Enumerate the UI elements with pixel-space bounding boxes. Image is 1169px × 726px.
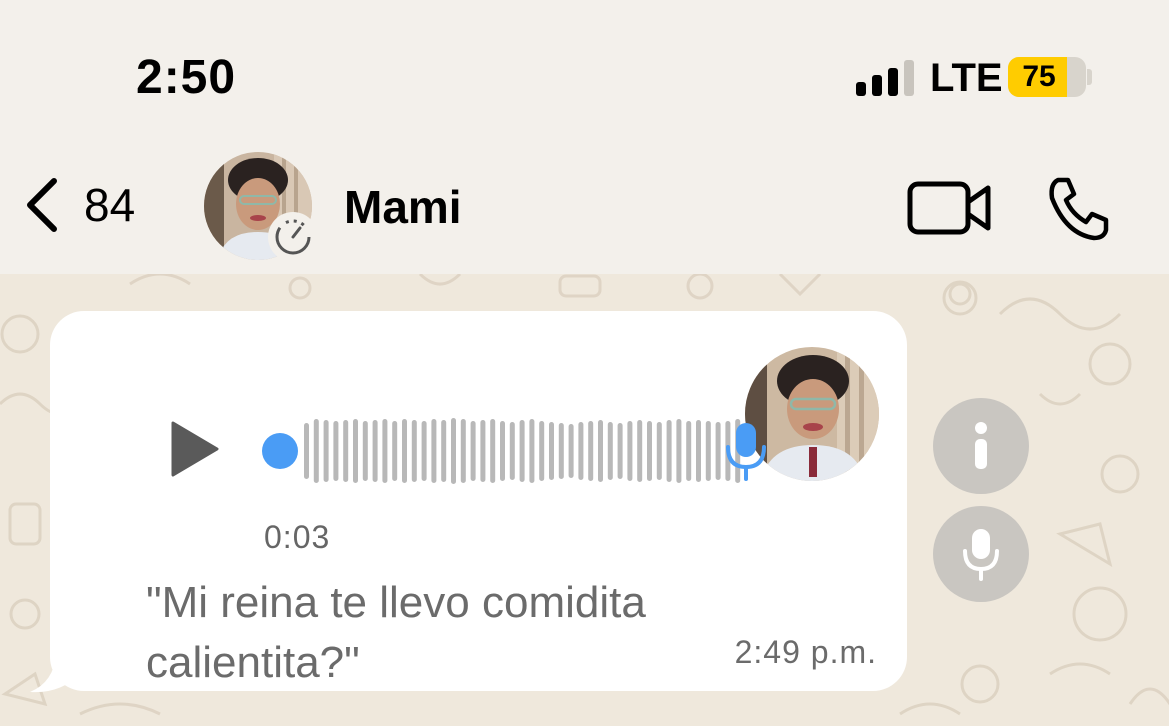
transcribe-button[interactable] bbox=[933, 506, 1029, 602]
waveform-bar bbox=[656, 422, 662, 480]
waveform-bar bbox=[627, 421, 633, 481]
waveform-bar bbox=[382, 419, 388, 483]
phone-icon bbox=[1049, 177, 1109, 241]
waveform-bar bbox=[441, 420, 447, 482]
message-timestamp: 2:49 p.m. bbox=[734, 634, 877, 670]
waveform-bar bbox=[647, 421, 652, 481]
message-info-button[interactable] bbox=[933, 398, 1029, 494]
waveform-bar bbox=[549, 422, 554, 480]
play-icon[interactable] bbox=[170, 421, 220, 477]
waveform-bar bbox=[460, 419, 466, 483]
waveform-bar bbox=[588, 421, 594, 481]
waveform-bar bbox=[519, 420, 525, 482]
waveform-bar bbox=[686, 421, 692, 481]
waveform-bar bbox=[558, 423, 564, 479]
status-time: 2:50 bbox=[136, 51, 237, 104]
waveform-bar bbox=[362, 421, 368, 481]
waveform-bar bbox=[509, 422, 515, 480]
waveform-bar bbox=[480, 420, 486, 482]
waveform-bar bbox=[598, 420, 603, 482]
waveform-bar bbox=[568, 424, 574, 478]
waveform-bar bbox=[372, 420, 378, 482]
microphone-icon bbox=[963, 529, 999, 581]
audio-waveform[interactable] bbox=[262, 411, 742, 491]
waveform-bar bbox=[323, 420, 329, 482]
waveform-bar bbox=[411, 420, 417, 482]
waveform-bar bbox=[617, 423, 623, 479]
waveform-bar bbox=[578, 422, 584, 480]
waveform-bar bbox=[421, 421, 427, 481]
voice-duration: 0:03 bbox=[264, 519, 331, 555]
waveform-bar bbox=[333, 421, 339, 481]
chat-area: 0:03 "Mi reina te llevo comidita calient bbox=[0, 274, 1169, 726]
battery-level: 75 bbox=[1022, 60, 1056, 93]
network-type: LTE bbox=[930, 56, 1003, 100]
waveform-bar bbox=[715, 422, 721, 480]
waveform-bar bbox=[539, 421, 545, 481]
waveform-bar bbox=[431, 419, 437, 483]
back-button[interactable]: 84 bbox=[22, 170, 135, 240]
battery-icon: 75 bbox=[1008, 57, 1086, 97]
video-call-button[interactable] bbox=[906, 178, 994, 238]
waveform-bar bbox=[666, 420, 672, 482]
chat-header: 84 Mami bbox=[0, 140, 1169, 274]
voice-message-bubble[interactable]: 0:03 "Mi reina te llevo comidita calient bbox=[50, 311, 907, 691]
microphone-icon bbox=[726, 423, 766, 481]
waveform-bar bbox=[529, 419, 535, 483]
disappearing-timer-icon bbox=[268, 212, 318, 262]
waveform-bar bbox=[676, 419, 682, 483]
waveform-bar bbox=[392, 421, 398, 481]
waveform-bar bbox=[705, 421, 711, 481]
waveform-bar bbox=[696, 420, 701, 482]
signal-strength-icon bbox=[856, 60, 914, 96]
waveform-bar bbox=[402, 419, 407, 483]
chevron-left-icon bbox=[27, 178, 57, 232]
contact-name[interactable]: Mami bbox=[344, 180, 462, 234]
waveform-bar bbox=[607, 422, 613, 480]
waveform-bar bbox=[451, 418, 456, 484]
waveform-bar bbox=[470, 421, 476, 481]
voice-call-button[interactable] bbox=[1044, 174, 1114, 244]
voice-transcript: "Mi reina te llevo comidita calientita?" bbox=[146, 578, 646, 687]
waveform-bar bbox=[353, 419, 358, 483]
waveform-bar bbox=[304, 423, 309, 479]
waveform-bar bbox=[343, 420, 349, 482]
battery-cap bbox=[1087, 69, 1092, 85]
video-camera-icon bbox=[907, 181, 991, 235]
info-icon bbox=[975, 422, 987, 469]
waveform-bar bbox=[490, 419, 496, 483]
waveform-bar bbox=[637, 420, 643, 482]
unread-count: 84 bbox=[84, 179, 136, 231]
waveform-bar bbox=[313, 419, 319, 483]
playhead-dot[interactable] bbox=[262, 433, 298, 469]
status-bar: 2:50 LTE 75 bbox=[0, 0, 1169, 140]
waveform-bar bbox=[500, 421, 505, 481]
